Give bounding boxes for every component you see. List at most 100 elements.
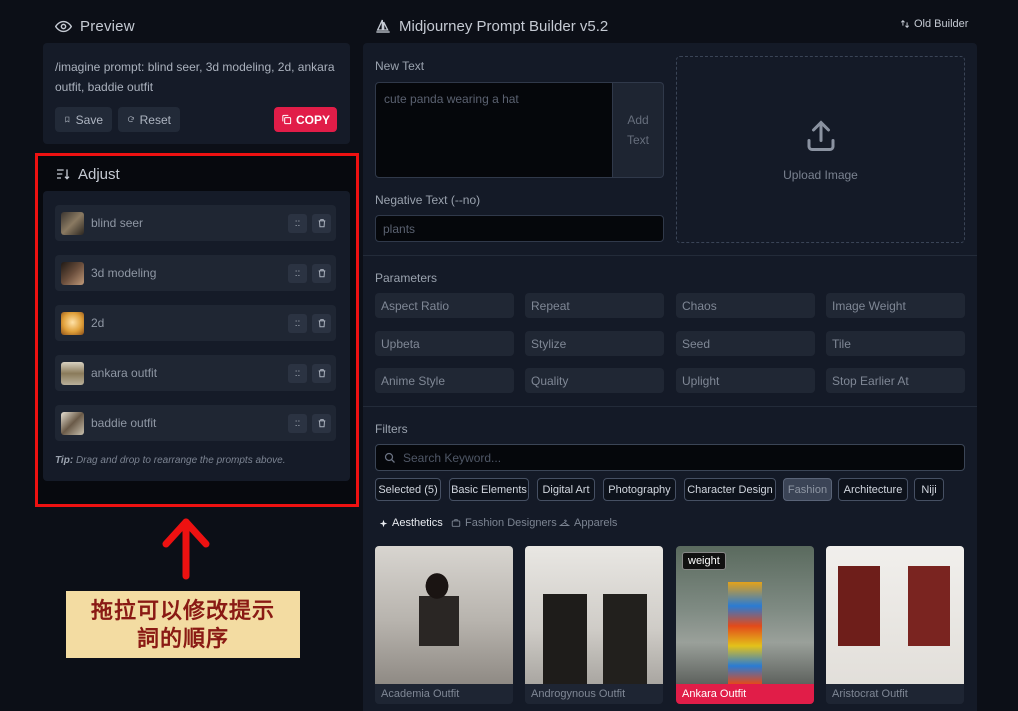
search-placeholder: Search Keyword... <box>403 450 502 465</box>
subtab-fashion-designers-label: Fashion Designers <box>465 517 557 529</box>
style-card-aristocrat-outfit[interactable]: Aristocrat Outfit <box>826 546 964 704</box>
style-card-academia-outfit[interactable]: Academia Outfit <box>375 546 513 704</box>
copy-button[interactable]: COPY <box>274 107 337 132</box>
subtab-fashion-designers[interactable]: Fashion Designers <box>451 517 557 529</box>
tip-text: Drag and drop to rearrange the prompts a… <box>75 455 286 466</box>
tab-photography[interactable]: Photography <box>603 478 676 501</box>
refresh-icon <box>127 116 134 123</box>
filters-label: Filters <box>375 422 408 436</box>
negative-text-input[interactable]: plants <box>375 215 664 242</box>
new-text-label: New Text <box>375 59 425 73</box>
app-title: Midjourney Prompt Builder v5.2 <box>399 17 609 35</box>
copy-label: COPY <box>295 112 330 127</box>
prompt-thumbnail <box>61 261 84 285</box>
drag-handle-icon[interactable]: :: <box>288 213 307 233</box>
prompt-thumbnail <box>61 211 84 235</box>
delete-icon[interactable] <box>312 413 331 433</box>
save-button[interactable]: Save <box>55 107 112 132</box>
style-card-ankara-outfit[interactable]: weight Ankara Outfit <box>676 546 814 704</box>
param-anime-style[interactable]: Anime Style <box>375 368 514 393</box>
prompt-thumbnail <box>61 411 84 435</box>
sparkle-icon <box>379 519 388 527</box>
param-repeat[interactable]: Repeat <box>525 293 664 318</box>
delete-icon[interactable] <box>312 313 331 333</box>
style-caption: Academia Outfit <box>375 684 513 704</box>
prompt-chip-label: 3d modeling <box>91 266 157 280</box>
upload-icon <box>807 119 834 151</box>
briefcase-icon <box>451 519 461 527</box>
eye-icon <box>55 20 72 32</box>
reset-button[interactable]: Reset <box>118 107 180 132</box>
drag-handle-icon[interactable]: :: <box>288 313 307 333</box>
annotation-note: 拖拉可以修改提示 詞的順序 <box>66 591 300 658</box>
new-text-input[interactable]: cute panda wearing a hat <box>375 82 613 178</box>
prompt-chip-label: 2d <box>91 316 105 330</box>
subtab-aesthetics[interactable]: Aesthetics <box>379 517 443 529</box>
param-quality[interactable]: Quality <box>525 368 664 393</box>
prompt-chip-label: blind seer <box>91 216 144 230</box>
old-builder-label: Old Builder <box>914 18 969 30</box>
prompt-thumbnail <box>61 361 84 385</box>
adjust-header: Adjust <box>55 164 120 184</box>
param-seed[interactable]: Seed <box>676 331 815 356</box>
param-stylize[interactable]: Stylize <box>525 331 664 356</box>
drag-handle-icon[interactable]: :: <box>288 263 307 283</box>
prompt-thumbnail <box>61 311 84 335</box>
delete-icon[interactable] <box>312 213 331 233</box>
adjust-title: Adjust <box>78 165 120 183</box>
old-builder-link[interactable]: Old Builder <box>900 18 968 30</box>
delete-icon[interactable] <box>312 363 331 383</box>
param-image-weight[interactable]: Image Weight <box>826 293 965 318</box>
upload-image-dropzone[interactable]: Upload Image <box>676 56 965 243</box>
sort-icon <box>57 169 70 180</box>
tab-fashion[interactable]: Fashion <box>783 478 832 501</box>
prompt-chip[interactable]: 3d modeling :: <box>55 255 336 291</box>
preview-card: /imagine prompt: blind seer, 3d modeling… <box>43 43 350 144</box>
add-text-button[interactable]: Add Text <box>613 82 664 178</box>
prompt-chip[interactable]: baddie outfit :: <box>55 405 336 441</box>
tab-selected[interactable]: Selected (5) <box>375 478 441 501</box>
param-upbeta[interactable]: Upbeta <box>375 331 514 356</box>
subtab-apparels-label: Apparels <box>574 517 618 529</box>
style-caption: Ankara Outfit <box>676 684 814 704</box>
prompt-chip[interactable]: 2d :: <box>55 305 336 341</box>
prompt-chip[interactable]: ankara outfit :: <box>55 355 336 391</box>
tab-basic-elements[interactable]: Basic Elements <box>449 478 529 501</box>
keyword-search-input[interactable]: Search Keyword... <box>375 444 965 471</box>
preview-header: Preview <box>55 15 135 37</box>
builder-panel: New Text cute panda wearing a hat Add Te… <box>363 43 977 711</box>
prompt-preview-text: /imagine prompt: blind seer, 3d modeling… <box>55 60 335 94</box>
param-tile[interactable]: Tile <box>826 331 965 356</box>
divider <box>363 255 977 256</box>
prompt-chip[interactable]: blind seer :: <box>55 205 336 241</box>
param-aspect-ratio[interactable]: Aspect Ratio <box>375 293 514 318</box>
tab-architecture[interactable]: Architecture <box>838 478 908 501</box>
sailboat-icon <box>376 19 390 33</box>
tab-niji[interactable]: Niji <box>914 478 944 501</box>
adjust-list: blind seer :: 3d modeling :: 2d :: ankar… <box>43 191 350 481</box>
style-image <box>525 546 663 684</box>
delete-icon[interactable] <box>312 263 331 283</box>
param-chaos[interactable]: Chaos <box>676 293 815 318</box>
parameters-label: Parameters <box>375 271 438 285</box>
hanger-icon <box>559 519 570 526</box>
annotation-line-2: 詞的順序 <box>136 625 229 652</box>
prompt-chip-label: ankara outfit <box>91 366 158 380</box>
app-header: Midjourney Prompt Builder v5.2 <box>375 15 608 37</box>
style-card-androgynous-outfit[interactable]: Androgynous Outfit <box>525 546 663 704</box>
param-stop-earlier-at[interactable]: Stop Earlier At <box>826 368 965 393</box>
add-text-label-1: Add <box>627 113 649 127</box>
tip-label: Tip: <box>55 455 74 466</box>
tab-digital-art[interactable]: Digital Art <box>537 478 595 501</box>
drag-tip: Tip: Drag and drop to rearrange the prom… <box>55 455 286 466</box>
subtab-apparels[interactable]: Apparels <box>559 517 617 529</box>
tab-character-design[interactable]: Character Design <box>684 478 776 501</box>
drag-handle-icon[interactable]: :: <box>288 363 307 383</box>
search-icon <box>384 452 395 463</box>
style-caption: Androgynous Outfit <box>525 684 663 704</box>
param-uplight[interactable]: Uplight <box>676 368 815 393</box>
upload-label: Upload Image <box>783 167 858 182</box>
drag-handle-icon[interactable]: :: <box>288 413 307 433</box>
weight-badge[interactable]: weight <box>682 552 726 570</box>
negative-text-label: Negative Text (--no) <box>375 193 481 207</box>
